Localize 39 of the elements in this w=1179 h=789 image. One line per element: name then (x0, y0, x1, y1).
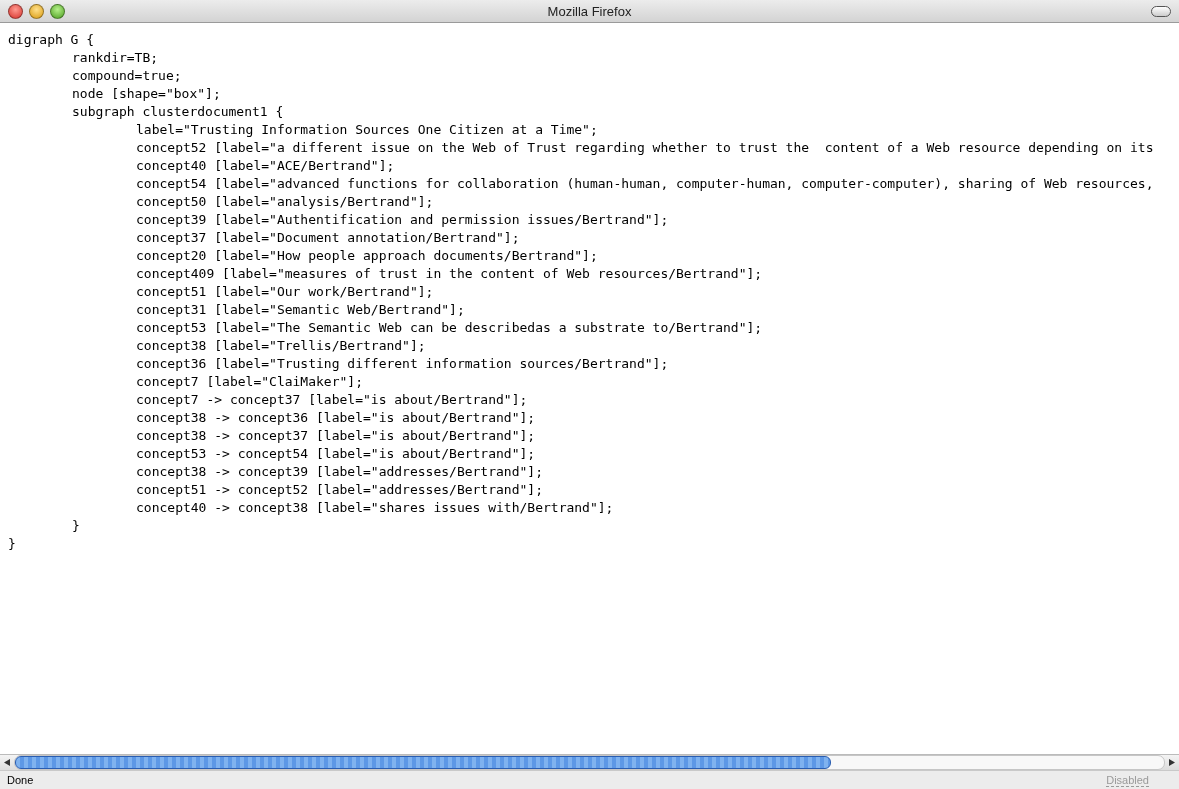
right-arrow-icon (1169, 759, 1175, 766)
code-line: concept51 -> concept52 [label="addresses/Bertrand"]; (136, 481, 543, 499)
code-line: digraph G { (8, 31, 95, 49)
scrollbar-thumb[interactable] (15, 756, 831, 769)
code-line: concept20 [label="How people approach documents/Bertrand"]; (136, 247, 598, 265)
code-line: } (8, 535, 16, 553)
zoom-button[interactable] (50, 3, 65, 19)
code-line: } (72, 517, 80, 535)
code-line: concept40 -> concept38 [label="shares issues with/Bertrand"]; (136, 499, 614, 517)
minimize-button[interactable] (29, 3, 44, 19)
code-line: concept36 [label="Trusting different information sources/Bertrand"]; (136, 355, 669, 373)
code-line: concept38 -> concept39 [label="addresses/Bertrand"]; (136, 463, 543, 481)
close-button[interactable] (8, 3, 23, 19)
code-line: concept51 [label="Our work/Bertrand"]; (136, 283, 434, 301)
code-line: concept52 [label="a different issue on the Web of Trust regarding whether to trust the content of a Web resource depending on its (136, 139, 1154, 157)
code-line: concept40 [label="ACE/Bertrand"]; (136, 157, 395, 175)
window-title: Mozilla Firefox (547, 3, 632, 19)
code-line: concept50 [label="analysis/Bertrand"]; (136, 193, 434, 211)
code-line: concept53 -> concept54 [label="is about/Bertrand"]; (136, 445, 536, 463)
code-line: concept37 [label="Document annotation/Bertrand"]; (136, 229, 520, 247)
code-line: concept7 [label="ClaiMaker"]; (136, 373, 363, 391)
code-line: concept39 [label="Authentification and permission issues/Bertrand"]; (136, 211, 669, 229)
code-line: subgraph clusterdocument1 { (72, 103, 284, 121)
code-line: concept31 [label="Semantic Web/Bertrand"]; (136, 301, 465, 319)
code-line: rankdir=TB; (72, 49, 159, 67)
code-line: concept7 -> concept37 [label="is about/Bertrand"]; (136, 391, 528, 409)
code-line: concept409 [label="measures of trust in the content of Web resources/Bertrand"]; (136, 265, 763, 283)
code-line: compound=true; (72, 67, 182, 85)
code-line: concept53 [label="The Semantic Web can be describedas a substrate to/Bertrand"]; (136, 319, 763, 337)
code-line: concept38 -> concept36 [label="is about/Bertrand"]; (136, 409, 536, 427)
code-line: concept38 -> concept37 [label="is about/Bertrand"]; (136, 427, 536, 445)
code-line: node [shape="box"]; (72, 85, 221, 103)
left-arrow-icon (4, 759, 10, 766)
code-line: label="Trusting Information Sources One Citizen at a Time"; (136, 121, 598, 139)
code-line: concept54 [label="advanced functions for collaboration (human-human, computer-human, computer-computer), sharing of Web resources, (136, 175, 1154, 193)
code-line: concept38 [label="Trellis/Bertrand"]; (136, 337, 426, 355)
toolbar-toggle-button[interactable] (1151, 5, 1171, 17)
popup-blocker-status[interactable]: Disabled (1106, 773, 1149, 787)
status-text: Done (7, 774, 34, 786)
